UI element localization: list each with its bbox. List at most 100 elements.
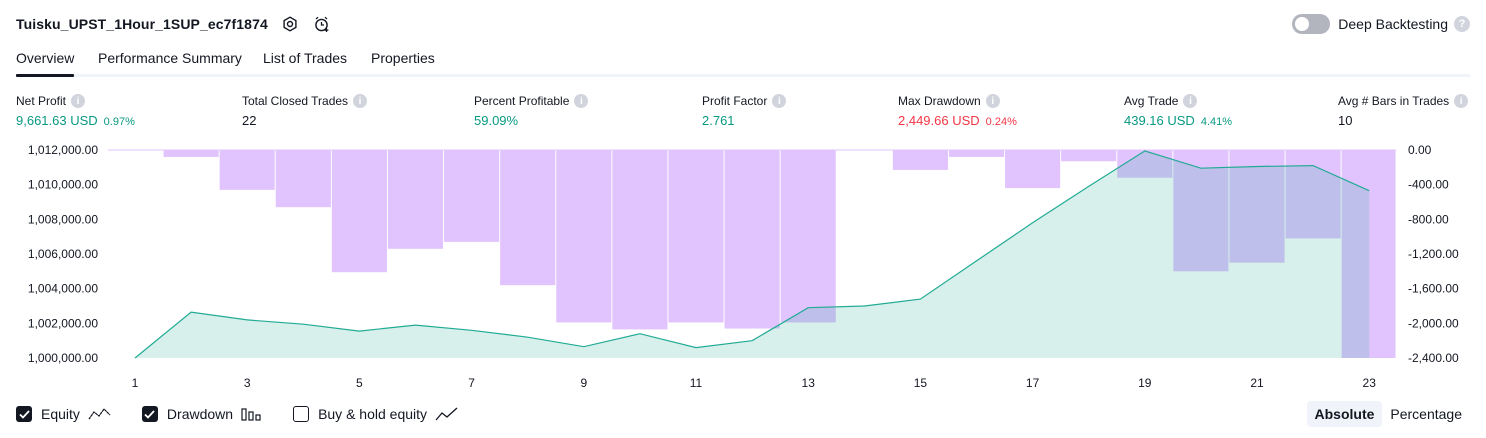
metric-value: 59.09% bbox=[474, 113, 519, 128]
tab-list-of-trades[interactable]: List of Trades bbox=[263, 50, 347, 66]
metric-percent: 0.97% bbox=[103, 116, 135, 128]
metric-total-closed-trades: Total Closed Trades i 22 bbox=[242, 93, 368, 129]
x-axis-tick-label: 7 bbox=[468, 376, 475, 390]
metric-percent-profitable: Percent Profitable i 59.09% bbox=[474, 93, 589, 129]
equity-line-icon bbox=[88, 408, 111, 420]
right-axis-tick-label: -400.00 bbox=[1408, 178, 1449, 192]
tab-overview[interactable]: Overview bbox=[16, 50, 75, 77]
drawdown-bar bbox=[331, 150, 387, 273]
x-axis-tick-label: 5 bbox=[356, 376, 363, 390]
left-axis-tick-label: 1,010,000.00 bbox=[28, 178, 98, 192]
drawdown-bar bbox=[892, 150, 948, 170]
x-axis-tick-label: 23 bbox=[1363, 376, 1377, 390]
drawdown-bar bbox=[219, 150, 275, 190]
drawdown-bar bbox=[948, 150, 1005, 157]
left-axis-tick-label: 1,004,000.00 bbox=[28, 282, 98, 296]
metric-label: Avg Trade bbox=[1124, 94, 1179, 108]
metric-percent: 0.24% bbox=[985, 116, 1017, 128]
drawdown-bar bbox=[780, 150, 836, 323]
deep-backtesting-toggle[interactable] bbox=[1292, 14, 1331, 34]
metric-profit-factor: Profit Factor i 2.761 bbox=[702, 93, 787, 129]
right-axis-tick-label: -800.00 bbox=[1408, 212, 1449, 226]
drawdown-bar bbox=[556, 150, 612, 323]
left-axis-tick-label: 1,008,000.00 bbox=[28, 212, 98, 226]
metric-value: 9,661.63 USD bbox=[16, 113, 98, 128]
drawdown-bar bbox=[444, 150, 500, 242]
mode-absolute-button[interactable]: Absolute bbox=[1306, 401, 1383, 427]
tab-performance-summary[interactable]: Performance Summary bbox=[98, 50, 242, 66]
drawdown-bar bbox=[1005, 150, 1061, 189]
chart-legend: Equity Drawdown Buy & hold equity bbox=[16, 404, 489, 424]
x-axis-tick-label: 1 bbox=[132, 376, 139, 390]
display-mode-switch: Absolute Percentage bbox=[1306, 401, 1471, 427]
left-axis-tick-label: 1,012,000.00 bbox=[28, 143, 98, 157]
metric-label: Avg # Bars in Trades bbox=[1338, 94, 1450, 108]
equity-checkbox[interactable] bbox=[16, 406, 32, 422]
metric-value: 22 bbox=[242, 113, 257, 128]
drawdown-checkbox[interactable] bbox=[141, 406, 158, 422]
mode-percentage-button[interactable]: Percentage bbox=[1382, 401, 1470, 427]
legend-label: Drawdown bbox=[166, 406, 234, 422]
right-axis-tick-label: 0.00 bbox=[1408, 143, 1432, 157]
info-icon[interactable]: i bbox=[353, 94, 368, 108]
info-icon[interactable]: i bbox=[985, 94, 1000, 108]
metric-label: Max Drawdown bbox=[898, 94, 981, 108]
left-axis-tick-label: 1,000,000.00 bbox=[28, 351, 98, 365]
info-icon[interactable]: i bbox=[71, 94, 86, 108]
x-axis-tick-label: 13 bbox=[802, 376, 816, 390]
drawdown-bar bbox=[1061, 150, 1117, 162]
gear-icon bbox=[283, 16, 297, 32]
settings-button[interactable] bbox=[280, 14, 300, 34]
add-alert-button[interactable] bbox=[312, 14, 332, 34]
check-icon bbox=[18, 409, 30, 419]
left-axis-tick-label: 1,006,000.00 bbox=[28, 247, 98, 261]
legend-label: Equity bbox=[41, 406, 80, 422]
metric-label: Total Closed Trades bbox=[242, 94, 349, 108]
drawdown-bars-icon bbox=[241, 408, 261, 421]
metric-label: Profit Factor bbox=[702, 94, 768, 108]
x-axis-tick-label: 21 bbox=[1250, 376, 1264, 390]
strategy-name: Tuisku_UPST_1Hour_1SUP_ec7f1874 bbox=[16, 16, 268, 32]
left-axis-tick-label: 1,002,000.00 bbox=[28, 316, 98, 330]
info-icon[interactable]: i bbox=[574, 94, 589, 108]
metric-percent: 4.41% bbox=[1200, 116, 1233, 128]
x-axis-tick-label: 19 bbox=[1138, 376, 1152, 390]
deep-backtesting: Deep Backtesting ? bbox=[1292, 12, 1470, 36]
x-axis-tick-label: 15 bbox=[914, 376, 928, 390]
strategy-header: Tuisku_UPST_1Hour_1SUP_ec7f1874 bbox=[16, 12, 332, 36]
x-axis-tick-label: 17 bbox=[1026, 376, 1040, 390]
legend-equity[interactable]: Equity bbox=[16, 406, 112, 422]
info-icon[interactable]: i bbox=[1183, 94, 1198, 108]
check-icon bbox=[144, 409, 156, 419]
drawdown-bar bbox=[612, 150, 668, 330]
x-axis-tick-label: 9 bbox=[580, 376, 587, 390]
drawdown-bar bbox=[163, 150, 219, 157]
add-alert-icon bbox=[315, 16, 329, 32]
drawdown-bar bbox=[500, 150, 556, 286]
equity-drawdown-chart[interactable]: 1,012,000.00 1,010,000.00 1,008,000.00 1,00… bbox=[0, 138, 1486, 396]
drawdown-bar bbox=[387, 150, 444, 249]
metric-avg-bars-in-trades: Avg # Bars in Trades i 10 bbox=[1338, 93, 1469, 129]
buy-hold-line-icon bbox=[435, 407, 458, 421]
metric-max-drawdown: Max Drawdown i 2,449.66 USD 0.24% bbox=[898, 93, 1017, 129]
metric-avg-trade: Avg Trade i 439.16 USD 4.41% bbox=[1124, 93, 1232, 129]
right-axis-tick-label: -1,200.00 bbox=[1408, 247, 1459, 261]
info-icon[interactable]: i bbox=[1454, 94, 1469, 108]
right-axis-tick-label: -1,600.00 bbox=[1408, 282, 1459, 296]
tab-properties[interactable]: Properties bbox=[371, 50, 435, 66]
legend-drawdown[interactable]: Drawdown bbox=[141, 406, 263, 422]
buy-hold-checkbox[interactable] bbox=[293, 406, 310, 422]
metric-label: Net Profit bbox=[16, 94, 67, 108]
metric-value: 10 bbox=[1338, 113, 1353, 128]
legend-buy-hold[interactable]: Buy & hold equity bbox=[293, 406, 459, 422]
toggle-knob bbox=[1295, 17, 1310, 31]
deep-backtesting-label: Deep Backtesting bbox=[1338, 16, 1448, 32]
metric-label: Percent Profitable bbox=[474, 94, 570, 108]
question-icon[interactable]: ? bbox=[1454, 16, 1470, 32]
right-axis-tick-label: -2,400.00 bbox=[1408, 351, 1459, 365]
drawdown-bar bbox=[668, 150, 724, 323]
x-axis-tick-label: 3 bbox=[244, 376, 251, 390]
right-axis-tick-label: -2,000.00 bbox=[1408, 316, 1459, 330]
x-axis-tick-label: 11 bbox=[690, 376, 703, 390]
info-icon[interactable]: i bbox=[772, 94, 787, 108]
